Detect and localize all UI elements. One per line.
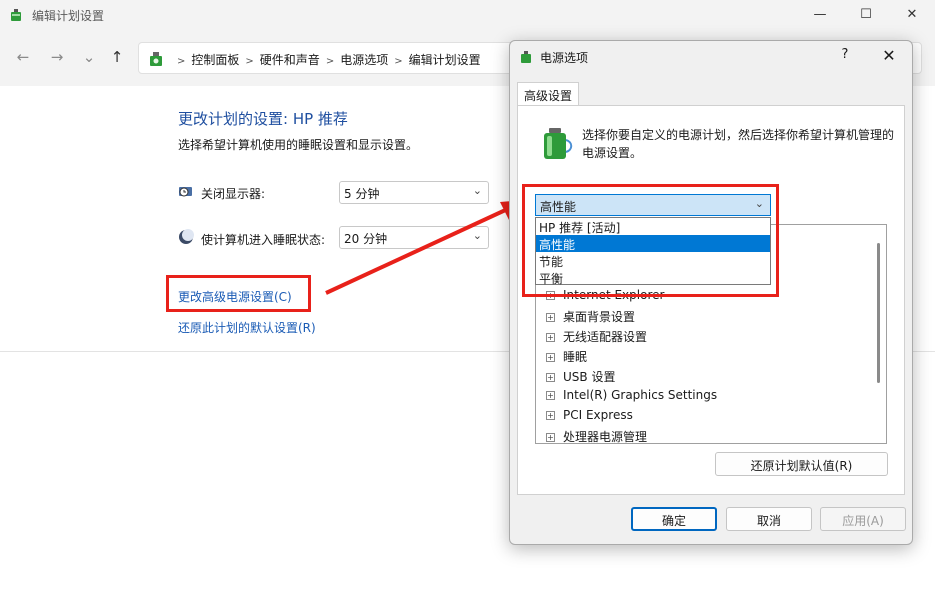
help-icon[interactable]: ? [834, 47, 856, 62]
plan-option-power-saver[interactable]: 节能 [536, 252, 770, 269]
tree-item[interactable]: + 桌面背景设置 [546, 308, 635, 328]
tab-advanced-settings[interactable]: 高级设置 [517, 82, 579, 106]
tree-item[interactable]: + 睡眠 [546, 348, 587, 368]
expand-plus-icon[interactable]: + [546, 411, 555, 420]
restore-plan-defaults-button[interactable]: 还原计划默认值(R) [715, 452, 888, 476]
tree-scrollbar[interactable] [877, 243, 880, 383]
plan-option-hp-recommended[interactable]: HP 推荐 [活动] [536, 218, 770, 235]
expand-plus-icon[interactable]: + [546, 353, 555, 362]
dialog-close-icon[interactable]: ✕ [876, 46, 902, 65]
power-options-icon [521, 51, 531, 63]
dialog-description: 选择你要自定义的电源计划，然后选择你希望计算机管理的电源设置。 [582, 128, 895, 160]
advanced-settings-panel: 选择你要自定义的电源计划，然后选择你希望计算机管理的电源设置。 + Interne… [517, 105, 905, 495]
expand-plus-icon[interactable]: + [546, 391, 555, 400]
expand-plus-icon[interactable]: + [546, 433, 555, 442]
ok-button[interactable]: 确定 [631, 507, 717, 531]
expand-plus-icon[interactable]: + [546, 333, 555, 342]
tree-item[interactable]: + USB 设置 [546, 368, 615, 388]
tree-item[interactable]: + 无线适配器设置 [546, 328, 647, 348]
apply-button[interactable]: 应用(A) [820, 507, 906, 531]
dialog-title: 电源选项 [540, 51, 589, 65]
plan-option-balanced[interactable]: 平衡 [536, 269, 770, 286]
expand-plus-icon[interactable]: + [546, 313, 555, 322]
plan-option-high-performance[interactable]: 高性能 [536, 235, 770, 252]
tree-item[interactable]: + 处理器电源管理 [546, 428, 647, 443]
expand-plus-icon[interactable]: + [546, 373, 555, 382]
power-plan-dropdown: HP 推荐 [活动] 高性能 节能 平衡 [535, 217, 771, 286]
tree-item[interactable]: + PCI Express [546, 408, 633, 428]
cancel-button[interactable]: 取消 [726, 507, 812, 531]
tree-item[interactable]: + Intel(R) Graphics Settings [546, 388, 717, 408]
battery-icon [544, 128, 573, 159]
